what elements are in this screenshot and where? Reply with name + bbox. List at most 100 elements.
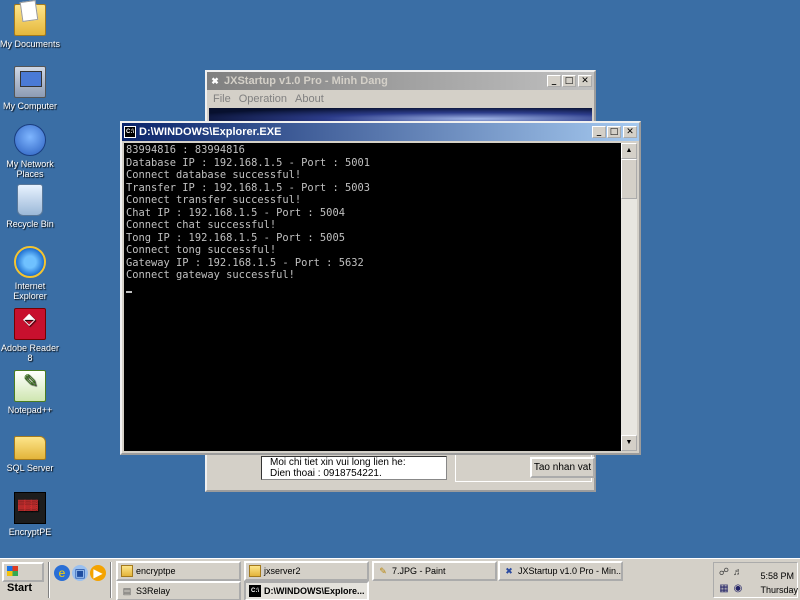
console-line: Connect gateway successful! — [126, 269, 295, 281]
notepad-plus-plus-icon — [14, 370, 46, 402]
desktop-icon-label: My Documents — [0, 39, 61, 49]
show-desktop-icon[interactable]: ▣ — [72, 565, 88, 581]
desktop-icon-label: Recycle Bin — [6, 219, 54, 229]
app-icon: ▤ — [122, 586, 132, 596]
task-label: D:\WINDOWS\Explore... — [264, 586, 365, 596]
desktop-icon-sql-server[interactable]: SQL Server — [0, 430, 62, 473]
desktop-icon-label: Internet Explorer — [13, 281, 47, 301]
network-icon[interactable]: ☍ — [718, 567, 730, 579]
task-paint[interactable]: ✎ 7.JPG - Paint — [372, 561, 497, 581]
menu-bar: File Operation About — [207, 90, 594, 108]
scroll-up-button[interactable]: ▲ — [621, 143, 637, 159]
task-label: 7.JPG - Paint — [392, 566, 446, 576]
maximize-button[interactable]: □ — [607, 126, 621, 138]
minimize-button[interactable]: _ — [592, 126, 606, 138]
my-documents-icon — [14, 4, 46, 36]
desktop-icon-label: SQL Server — [6, 463, 54, 473]
tray-app-icon[interactable]: ◉ — [732, 583, 744, 595]
app-icon: ✖ — [211, 76, 219, 86]
internet-explorer-icon — [14, 246, 46, 278]
separator — [110, 562, 112, 598]
folder-icon — [121, 565, 133, 577]
task-encryptpe[interactable]: encryptpe — [116, 561, 241, 581]
menu-operation[interactable]: Operation — [235, 93, 291, 105]
task-s3relay[interactable]: ▤ S3Relay — [116, 581, 241, 600]
console-line: Connect transfer successful! — [126, 194, 302, 206]
taskbar: Start e ▣ ▶ encryptpe jxserver2 ✎ 7.JPG -… — [0, 558, 800, 600]
phone-line: Dien thoai : 0918754221. — [270, 468, 382, 479]
menu-about[interactable]: About — [291, 93, 328, 105]
console-line: Transfer IP : 192.168.1.5 - Port : 5003 — [126, 181, 370, 194]
start-label: Start — [7, 582, 33, 594]
internet-explorer-icon[interactable]: e — [54, 565, 70, 581]
adobe-reader-icon — [14, 308, 46, 340]
volume-icon[interactable]: ♬ — [732, 567, 744, 579]
minimize-button[interactable]: _ — [547, 75, 561, 87]
encryptpe-icon — [14, 492, 46, 524]
console-window: C:\ D:\WINDOWS\Explorer.EXE _ □ ✕ 839948… — [120, 121, 641, 455]
recycle-bin-icon — [17, 184, 43, 216]
window-title: JXStartup v1.0 Pro - Minh Dang — [224, 75, 388, 87]
console-line: Tong IP : 192.168.1.5 - Port : 5005 — [126, 231, 345, 244]
console-output[interactable]: 83994816 : 83994816 Database IP : 192.168… — [124, 143, 621, 451]
scroll-thumb[interactable] — [621, 159, 637, 199]
console-line: Database IP : 192.168.1.5 - Port : 5001 — [126, 156, 370, 169]
console-line: Connect tong successful! — [126, 244, 277, 256]
folder-icon — [14, 436, 46, 460]
desktop-icon-label: My Computer — [2, 101, 57, 111]
desktop-icon-notepad-plus-plus[interactable]: Notepad++ — [0, 370, 62, 415]
task-jxserver2[interactable]: jxserver2 — [244, 561, 369, 581]
desktop-icon-label: Adobe Reader 8 — [0, 343, 60, 363]
my-computer-icon — [14, 66, 46, 98]
desktop-icon-recycle-bin[interactable]: Recycle Bin — [0, 184, 62, 229]
close-button[interactable]: ✕ — [578, 75, 592, 87]
desktop-icon-internet-explorer[interactable]: Internet Explorer — [0, 246, 62, 301]
console-line: Connect database successful! — [126, 169, 302, 181]
scroll-down-button[interactable]: ▼ — [621, 435, 637, 451]
menu-file[interactable]: File — [209, 93, 235, 105]
task-label: encryptpe — [136, 566, 176, 576]
console-icon: C:\ — [249, 585, 261, 597]
desktop-icon-label: Notepad++ — [7, 405, 53, 415]
console-prompt-line — [126, 282, 619, 295]
contact-info-box: Moi chi tiet xin vui long lien he: Dien … — [261, 456, 447, 480]
desktop-icon-my-documents[interactable]: My Documents — [0, 4, 62, 49]
title-bar[interactable]: ✖ JXStartup v1.0 Pro - Minh Dang _ □ ✕ — [207, 72, 594, 90]
desktop-icon-label: My Network Places — [6, 159, 54, 179]
desktop-icon-my-computer[interactable]: My Computer — [0, 66, 62, 111]
create-character-button[interactable]: Tao nhan vat — [530, 457, 595, 478]
desktop-icon-adobe-reader[interactable]: Adobe Reader 8 — [0, 308, 62, 363]
bottom-panel: Moi chi tiet xin vui long lien he: Dien … — [211, 450, 595, 484]
task-jxstartup[interactable]: ✖ JXStartup v1.0 Pro - Min... — [498, 561, 623, 581]
start-button[interactable]: Start — [2, 562, 44, 594]
vertical-scrollbar[interactable]: ▲ ▼ — [621, 143, 637, 451]
task-label: S3Relay — [136, 586, 171, 596]
day-label: Thursday — [760, 585, 798, 595]
console-line: Connect chat successful! — [126, 219, 277, 231]
console-line: 83994816 : 83994816 — [126, 144, 245, 156]
media-player-icon[interactable]: ▶ — [90, 565, 106, 581]
system-tray: ☍ ♬ ▦ ◉ 5:58 PM Thursday — [713, 562, 798, 598]
task-label: jxserver2 — [264, 566, 301, 576]
paint-icon: ✎ — [379, 566, 387, 576]
close-button[interactable]: ✕ — [623, 126, 637, 138]
title-bar[interactable]: C:\ D:\WINDOWS\Explorer.EXE _ □ ✕ — [122, 123, 639, 141]
maximize-button[interactable]: □ — [562, 75, 576, 87]
text-cursor — [126, 290, 132, 293]
desktop-icon-encryptpe[interactable]: EncryptPE — [0, 492, 62, 537]
windows-logo-icon — [7, 566, 18, 576]
network-places-icon — [14, 124, 46, 156]
console-line: Chat IP : 192.168.1.5 - Port : 5004 — [126, 206, 345, 219]
console-icon: C:\ — [124, 126, 136, 138]
app-icon: ✖ — [505, 566, 513, 576]
folder-icon — [249, 565, 261, 577]
clock[interactable]: 5:58 PM — [754, 571, 794, 581]
desktop-icon-my-network-places[interactable]: My Network Places — [0, 124, 62, 179]
task-label: JXStartup v1.0 Pro - Min... — [518, 566, 623, 576]
task-explorer-console[interactable]: C:\ D:\WINDOWS\Explore... — [244, 581, 369, 600]
tray-app-icon[interactable]: ▦ — [718, 583, 730, 595]
action-group: Tao nhan vat — [455, 454, 595, 482]
window-title: D:\WINDOWS\Explorer.EXE — [139, 126, 282, 138]
desktop-icon-label: EncryptPE — [8, 527, 52, 537]
contact-line: Moi chi tiet xin vui long lien he: — [270, 457, 406, 468]
